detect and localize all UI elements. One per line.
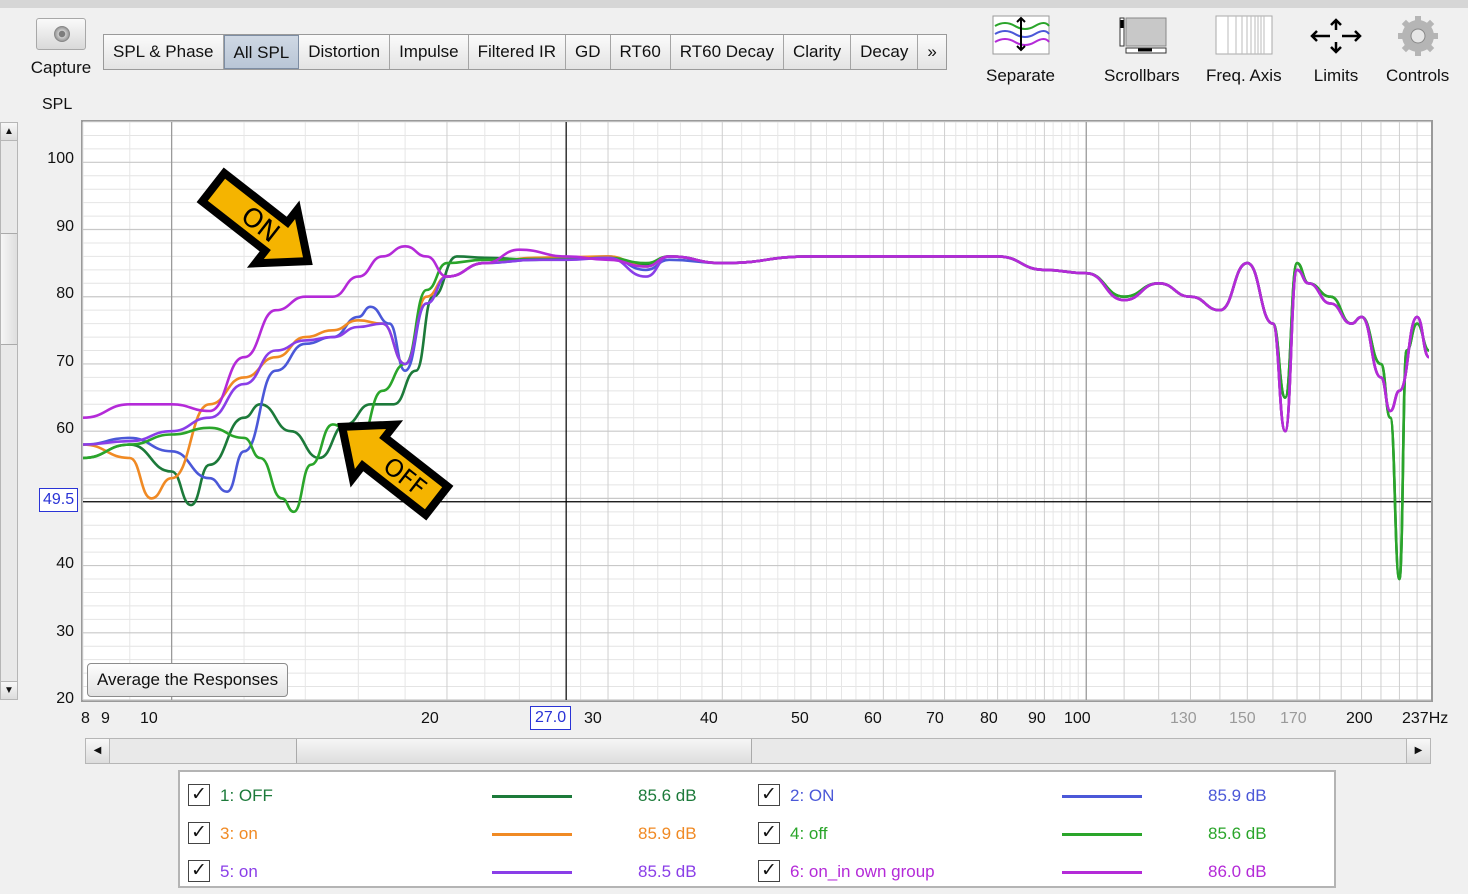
legend-label: 4: off [790, 824, 828, 843]
scroll-down-icon[interactable]: ▼ [1, 681, 17, 699]
legend-swatch [1062, 795, 1142, 798]
x-tick: 8 [81, 710, 90, 727]
capture-button[interactable]: Capture [28, 14, 94, 86]
scroll-right-icon[interactable]: ▶ [1406, 739, 1430, 763]
tab-clarity[interactable]: Clarity [783, 35, 852, 69]
legend-value: 85.5 dB [638, 862, 697, 881]
x-tick: 40 [700, 710, 718, 727]
separate-traces-icon [991, 14, 1051, 58]
legend-checkbox[interactable]: ✓ [758, 860, 780, 882]
legend-checkbox[interactable]: ✓ [758, 822, 780, 844]
top-strip [0, 0, 1468, 8]
tab-gd[interactable]: GD [566, 35, 611, 69]
tab-rt60[interactable]: RT60 [610, 35, 671, 69]
tab-all-spl[interactable]: All SPL [223, 35, 300, 69]
gear-icon [1388, 14, 1448, 58]
y-tick: 70 [56, 353, 74, 370]
vertical-scroll-thumb[interactable] [1, 233, 17, 345]
spl-chart[interactable]: ON OFF [81, 120, 1433, 702]
legend-checkbox[interactable]: ✓ [758, 784, 780, 806]
legend-label: 5: on [220, 862, 258, 881]
legend-value: 85.6 dB [638, 786, 697, 805]
scroll-left-icon[interactable]: ◀ [86, 739, 110, 763]
y-tick: 40 [56, 555, 74, 572]
freq-axis-button[interactable]: Freq. Axis [1206, 14, 1282, 86]
y-axis-label: SPL [42, 96, 73, 113]
x-tick: 30 [584, 710, 602, 727]
x-tick: 20 [421, 710, 439, 727]
limits-button[interactable]: Limits [1306, 14, 1366, 86]
x-tick: 10 [140, 710, 158, 727]
vertical-scrollbar[interactable]: ▲ ▼ [0, 122, 18, 700]
legend-value: 85.9 dB [638, 824, 697, 843]
tab-filtered-ir[interactable]: Filtered IR [468, 35, 567, 69]
controls-button[interactable]: Controls [1386, 14, 1449, 86]
tab-rt60-decay[interactable]: RT60 Decay [670, 35, 784, 69]
y-tick: 80 [56, 285, 74, 302]
x-tick: 100 [1064, 710, 1091, 727]
legend-label: 2: ON [790, 786, 835, 805]
x-tick: 50 [791, 710, 809, 727]
frequency-axis-icon [1214, 14, 1274, 58]
x-tick: 90 [1028, 710, 1046, 727]
y-tick: 100 [47, 150, 74, 167]
average-responses-button[interactable]: Average the Responses [87, 663, 289, 697]
legend-swatch [1062, 833, 1142, 836]
controls-label: Controls [1386, 66, 1450, 85]
x-tick: 200 [1346, 710, 1373, 727]
y-tick: 30 [56, 623, 74, 640]
legend-value: 85.9 dB [1208, 786, 1267, 805]
scrollbars-label: Scrollbars [1104, 66, 1180, 85]
capture-label: Capture [30, 58, 92, 77]
legend-swatch [492, 833, 572, 836]
frequency-cursor-readout: 27.0 [530, 706, 572, 730]
graph-tabs: SPL & Phase All SPL Distortion Impulse F… [103, 34, 947, 70]
y-tick: 90 [56, 218, 74, 235]
tab-decay[interactable]: Decay [851, 35, 919, 69]
x-tick-faint: 130 [1170, 710, 1197, 727]
x-tick: 70 [926, 710, 944, 727]
legend-value: 86.0 dB [1208, 862, 1267, 881]
x-tick: 60 [864, 710, 882, 727]
x-tick: 80 [980, 710, 998, 727]
level-cursor-readout: 49.5 [39, 488, 79, 512]
legend-checkbox[interactable]: ✓ [188, 784, 210, 806]
legend-swatch [492, 795, 572, 798]
legend-label: 6: on_in own group [790, 862, 935, 881]
tab-more[interactable]: » [918, 35, 946, 69]
separate-button[interactable]: Separate [986, 14, 1055, 86]
x-tick-faint: 150 [1229, 710, 1256, 727]
horizontal-scroll-thumb[interactable] [296, 739, 752, 763]
y-tick: 60 [56, 420, 74, 437]
horizontal-scrollbar[interactable]: ◀ ▶ [85, 738, 1431, 764]
legend-label: 3: on [220, 824, 258, 843]
x-tick: 9 [101, 710, 110, 727]
legend-swatch [1062, 871, 1142, 874]
scrollbars-button[interactable]: Scrollbars [1104, 14, 1180, 86]
freq-axis-label: Freq. Axis [1206, 66, 1282, 85]
legend-label: 1: OFF [220, 786, 273, 805]
legend-checkbox[interactable]: ✓ [188, 822, 210, 844]
tab-distortion[interactable]: Distortion [299, 35, 391, 69]
scrollbars-icon [1112, 14, 1172, 58]
measurement-legend: ✓ 1: OFF 85.6 dB ✓ 2: ON 85.9 dB ✓ 3: on… [178, 770, 1336, 888]
camera-icon [36, 18, 86, 50]
limits-arrows-icon [1306, 14, 1366, 58]
separate-label: Separate [986, 66, 1055, 85]
tab-impulse[interactable]: Impulse [390, 35, 469, 69]
y-tick: 20 [56, 690, 74, 707]
legend-swatch [492, 871, 572, 874]
scroll-up-icon[interactable]: ▲ [1, 123, 17, 141]
x-tick-faint: 170 [1280, 710, 1307, 727]
spl-plot-area[interactable]: ON OFF [81, 120, 1433, 702]
limits-label: Limits [1313, 66, 1359, 85]
legend-value: 85.6 dB [1208, 824, 1267, 843]
x-tick: 237Hz [1402, 710, 1449, 727]
tab-spl-phase[interactable]: SPL & Phase [104, 35, 224, 69]
legend-checkbox[interactable]: ✓ [188, 860, 210, 882]
